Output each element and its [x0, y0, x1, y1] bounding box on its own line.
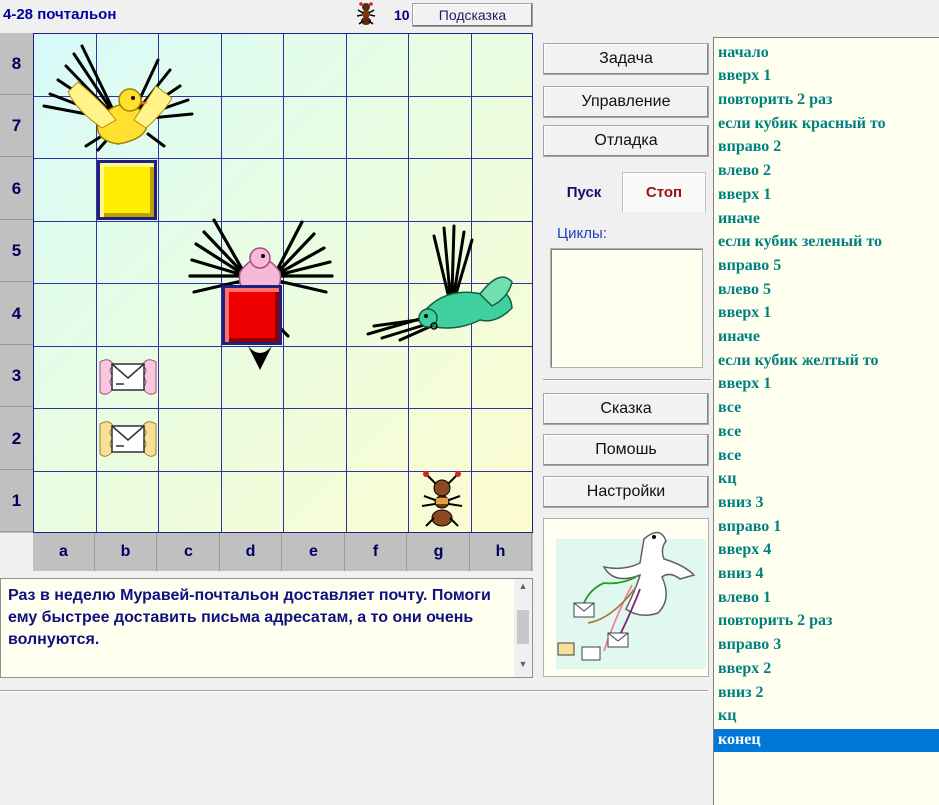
col-label: b [95, 533, 157, 571]
run-button[interactable]: Пуск [548, 172, 620, 212]
program-listing[interactable]: начало вверх 1 повторить 2 раз если куби… [713, 37, 939, 805]
row-label: 6 [0, 158, 33, 220]
yellow-cube [97, 160, 157, 220]
program-line[interactable]: влево 2 [714, 160, 939, 183]
program-line[interactable]: вверх 2 [714, 658, 939, 681]
divider [543, 379, 711, 381]
program-line[interactable]: вверх 1 [714, 302, 939, 325]
row-label: 5 [0, 220, 33, 282]
program-line[interactable]: вверх 1 [714, 65, 939, 88]
red-cube [222, 285, 282, 345]
description-scrollbar[interactable]: ▲ ▼ [514, 579, 532, 677]
program-line[interactable]: вниз 2 [714, 682, 939, 705]
control-button[interactable]: Управление [543, 86, 709, 118]
row-label: 2 [0, 408, 33, 470]
program-line[interactable]: повторить 2 раз [714, 610, 939, 633]
program-line[interactable]: влево 1 [714, 587, 939, 610]
row-label: 7 [0, 95, 33, 157]
program-line[interactable]: вправо 3 [714, 634, 939, 657]
program-line[interactable]: иначе [714, 326, 939, 349]
col-label: c [158, 533, 220, 571]
col-label: g [408, 533, 470, 571]
program-line[interactable]: все [714, 445, 939, 468]
scroll-thumb[interactable] [517, 610, 529, 644]
program-line[interactable]: вверх 1 [714, 184, 939, 207]
game-board[interactable] [33, 33, 533, 533]
divider [0, 690, 708, 692]
row-label: 3 [0, 345, 33, 407]
col-label: e [283, 533, 345, 571]
program-line[interactable]: все [714, 421, 939, 444]
program-line[interactable]: вправо 5 [714, 255, 939, 278]
program-line[interactable]: если кубик зеленый то [714, 231, 939, 254]
cycles-label: Циклы: [557, 225, 607, 242]
program-line[interactable]: вниз 4 [714, 563, 939, 586]
cycles-list[interactable] [550, 248, 703, 368]
program-line[interactable]: иначе [714, 208, 939, 231]
help-button[interactable]: Помошь [543, 434, 709, 466]
col-label: a [33, 533, 95, 571]
col-label: d [220, 533, 282, 571]
hint-button[interactable]: Подсказка [412, 3, 533, 27]
column-labels: a b c d e f g h [33, 533, 533, 571]
task-title: 4-28 почтальон [3, 6, 117, 23]
envelope-icon [99, 359, 157, 395]
description-text: Раз в неделю Муравей-почтальон доставляе… [8, 587, 491, 648]
row-labels: 8 7 6 5 4 3 2 1 [0, 33, 33, 533]
stop-button[interactable]: Стоп [622, 172, 706, 212]
tale-button[interactable]: Сказка [543, 393, 709, 425]
col-label: h [470, 533, 532, 571]
program-line[interactable]: вверх 4 [714, 539, 939, 562]
program-line[interactable]: вниз 3 [714, 492, 939, 515]
task-button[interactable]: Задача [543, 43, 709, 75]
program-line[interactable]: вправо 1 [714, 516, 939, 539]
bird-icon [366, 224, 513, 342]
chevron-up-icon[interactable]: ▲ [514, 581, 532, 597]
col-label: f [345, 533, 407, 571]
program-line[interactable]: начало [714, 42, 939, 65]
program-line[interactable]: все [714, 397, 939, 420]
ant-icon[interactable] [416, 470, 468, 530]
task-description[interactable]: Раз в неделю Муравей-почтальон доставляе… [0, 578, 533, 678]
row-label: 4 [0, 283, 33, 345]
program-line[interactable]: если кубик желтый то [714, 350, 939, 373]
chevron-down-icon[interactable]: ▼ [514, 659, 532, 675]
row-label: 1 [0, 470, 33, 532]
program-line[interactable]: если кубик красный то [714, 113, 939, 136]
program-line-selected[interactable]: конец [714, 729, 939, 752]
preview-thumbnail [543, 518, 709, 677]
program-line[interactable]: кц [714, 468, 939, 491]
debug-button[interactable]: Отладка [543, 125, 709, 157]
settings-button[interactable]: Настройки [543, 476, 709, 508]
dove-icon [556, 531, 706, 669]
ant-icon [356, 2, 376, 25]
row-label: 8 [0, 33, 33, 95]
program-line[interactable]: повторить 2 раз [714, 89, 939, 112]
program-line[interactable]: вверх 1 [714, 373, 939, 396]
bird-icon [42, 44, 194, 152]
attempt-counter: 10 [394, 7, 410, 23]
envelope-icon [99, 421, 157, 457]
program-line[interactable]: влево 5 [714, 279, 939, 302]
program-line[interactable]: кц [714, 705, 939, 728]
program-line[interactable]: вправо 2 [714, 136, 939, 159]
